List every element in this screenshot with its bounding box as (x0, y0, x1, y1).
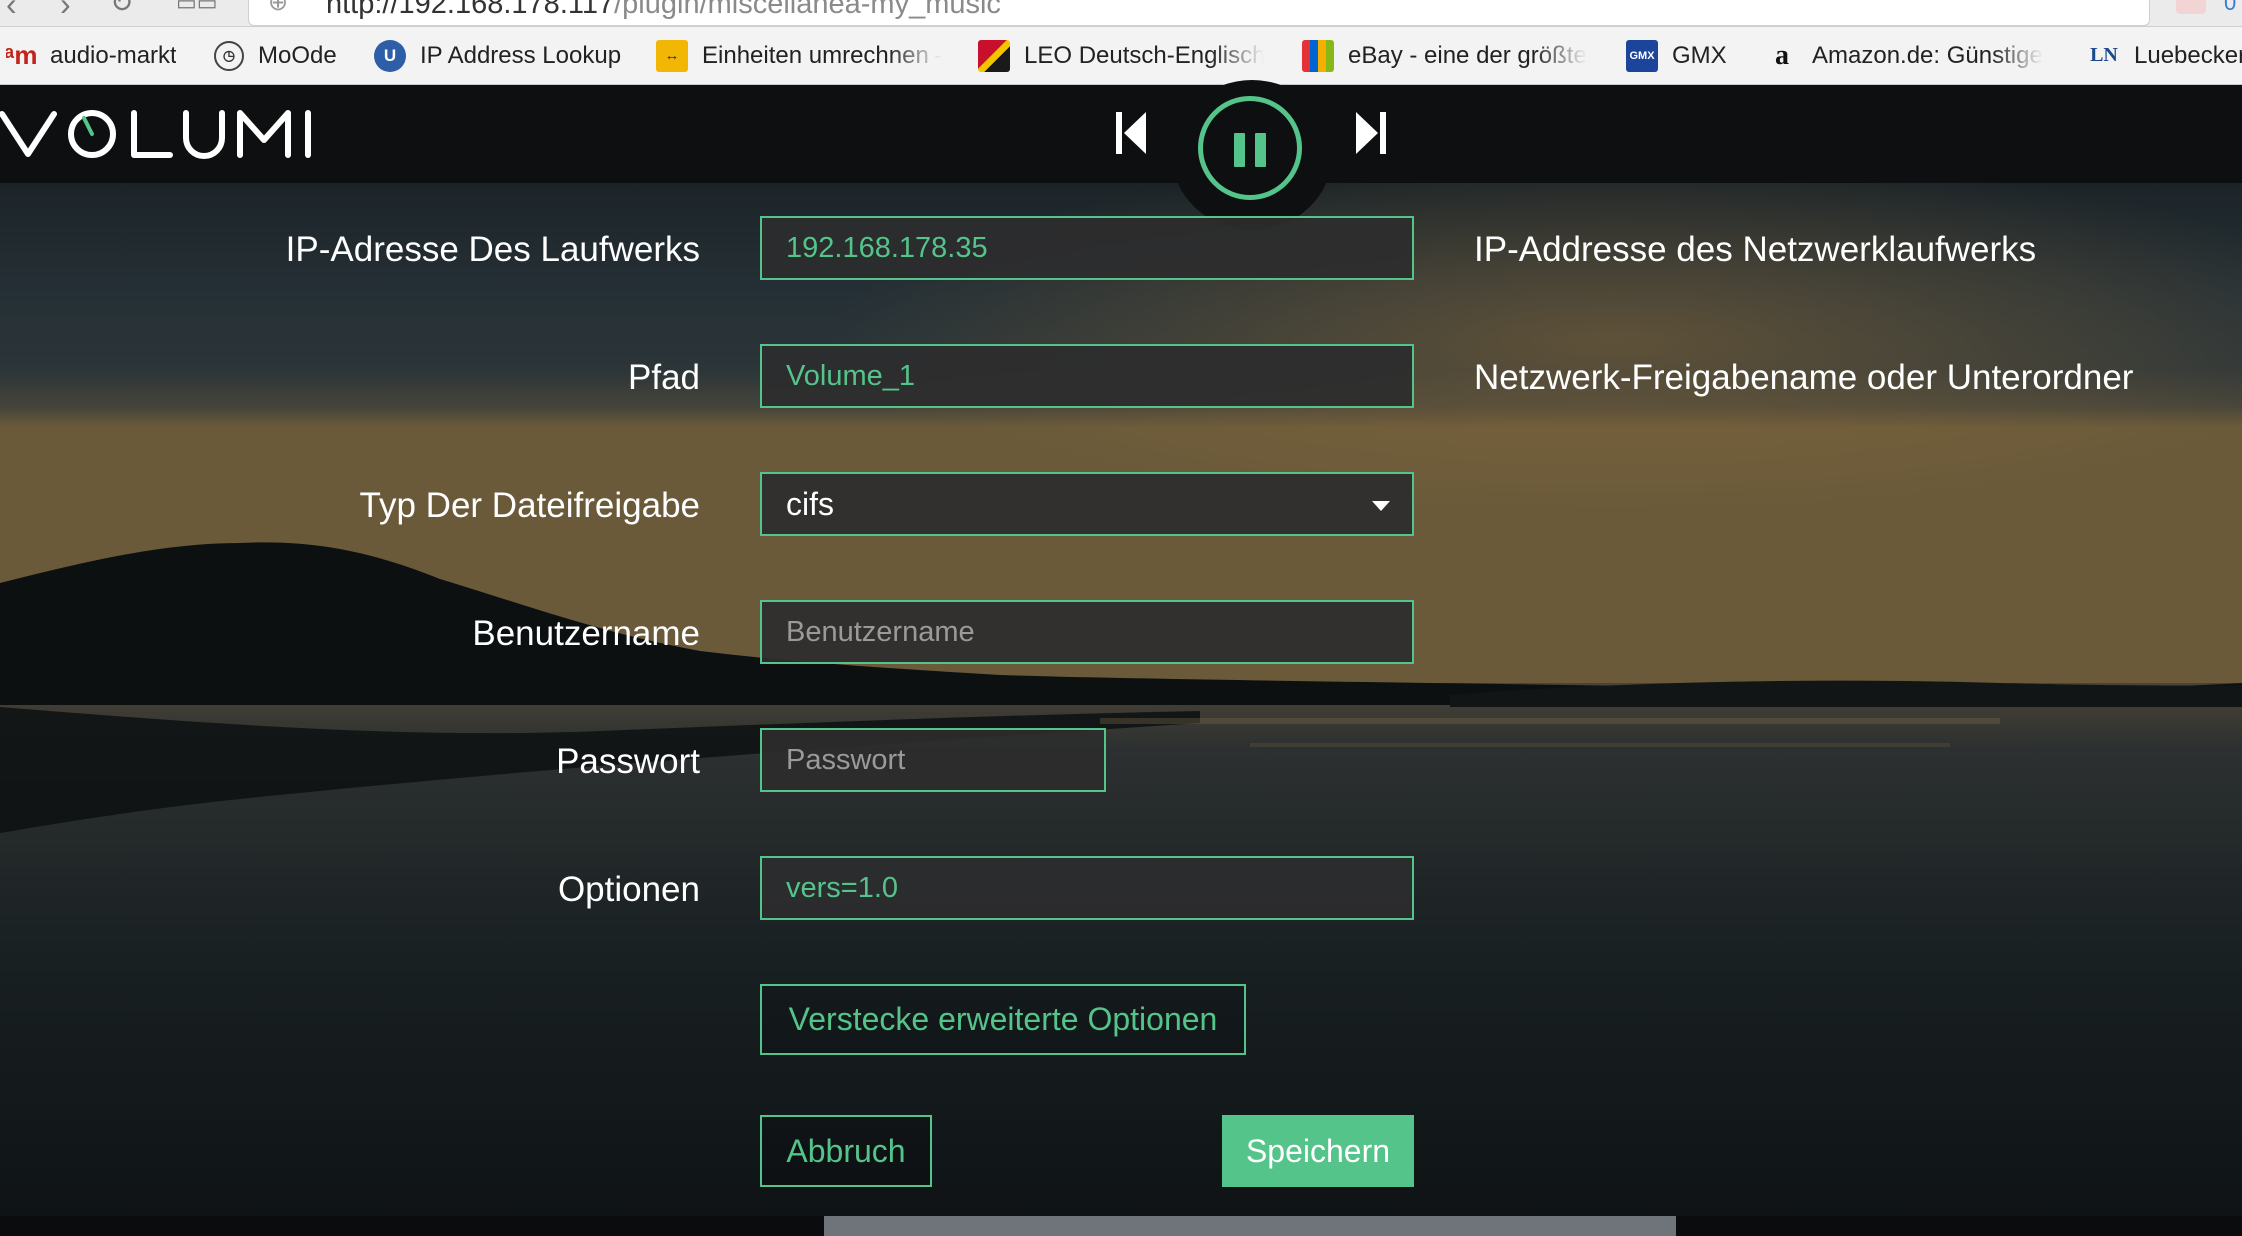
bookmark-ebay[interactable]: eBay - eine der größte (1302, 27, 1596, 84)
skip-next-icon (1356, 112, 1386, 154)
cancel-button[interactable]: Abbruch (760, 1115, 932, 1187)
gmx-icon: GMX (1626, 39, 1658, 72)
username-label: Benutzername (472, 614, 700, 653)
options-input[interactable]: vers=1.0 (760, 856, 1414, 920)
volumio-logo (0, 100, 350, 175)
bookmark-gmx[interactable]: GMX GMX (1626, 27, 1736, 84)
username-input[interactable]: Benutzername (760, 600, 1414, 664)
options-label: Optionen (557, 870, 700, 909)
converter-icon: ↔ (656, 39, 688, 72)
notification-badge: 0 (2224, 0, 2237, 15)
url-host: http://192.168.178.117 (326, 0, 615, 20)
ip-label: IP-Adresse Des Laufwerks (285, 230, 700, 269)
ip-lookup-icon: U (374, 39, 406, 72)
ip-input[interactable]: 192.168.178.35 (760, 216, 1414, 280)
password-input[interactable]: Passwort (760, 728, 1106, 792)
bookmark-label: audio-markt (50, 41, 176, 69)
path-help-text: Netzwerk-Freigabename oder Unterordner (1474, 358, 2134, 397)
bookmark-luebecker[interactable]: LN Luebecker (2088, 27, 2242, 84)
password-label: Passwort (556, 742, 700, 781)
hide-advanced-options-button[interactable]: Verstecke erweiterte Optionen (760, 984, 1246, 1055)
globe-icon: ⊕ (268, 0, 289, 16)
browser-toolbar: ‹ › ↻ ▭▭ ⊕ http://192.168.178.117/plugin… (0, 0, 2242, 27)
pause-icon (1234, 133, 1245, 167)
bookmark-leo[interactable]: LEO Deutsch-Englisch (978, 27, 1264, 84)
bookmark-moode[interactable]: ◷ MoOde (214, 27, 354, 84)
bookmark-label: LEO Deutsch-Englisch (1024, 41, 1264, 69)
path-input[interactable]: Volume_1 (760, 344, 1414, 408)
amazon-icon: a (1775, 39, 1789, 71)
background-landscape (0, 183, 2242, 1236)
ip-help-text: IP-Addresse des Netzwerklaufwerks (1474, 230, 2037, 269)
skip-previous-icon (1116, 112, 1146, 154)
ebay-icon (1302, 39, 1334, 72)
forward-icon[interactable]: › (60, 0, 71, 23)
moode-icon: ◷ (214, 40, 244, 71)
volumio-logo-o (316, 112, 344, 163)
bookmark-label: Amazon.de: Günstige (1812, 41, 2043, 69)
next-track-button[interactable] (1354, 110, 1388, 161)
save-button[interactable]: Speichern (1222, 1115, 1414, 1187)
footer-bar (824, 1216, 1676, 1236)
bookmark-label: Luebecker (2134, 41, 2242, 69)
bookmark-einheiten[interactable]: ↔ Einheiten umrechnen – (656, 27, 942, 84)
url-text[interactable]: http://192.168.178.117/plugin/miscellane… (326, 0, 1001, 21)
bookmarks-bar: ᵃm audio-markt ◷ MoOde U IP Address Look… (0, 27, 2242, 85)
previous-track-button[interactable] (1114, 110, 1148, 161)
bookmark-label: eBay - eine der größte (1348, 41, 1587, 69)
share-type-select[interactable]: cifs (760, 472, 1414, 536)
share-type-label: Typ Der Dateifreigabe (359, 486, 700, 525)
extension-icon[interactable] (2176, 0, 2206, 14)
bookmark-audio-markt[interactable]: ᵃm audio-markt (6, 27, 176, 84)
leo-icon (978, 39, 1010, 72)
back-icon[interactable]: ‹ (6, 0, 17, 23)
bookmark-label: GMX (1672, 41, 1727, 69)
pause-button[interactable] (1198, 96, 1302, 200)
ln-icon: LN (2090, 44, 2118, 66)
bookmark-label: MoOde (258, 41, 337, 69)
audio-markt-icon: ᵃm (6, 40, 38, 70)
reload-icon[interactable]: ↻ (110, 0, 133, 19)
tabs-grid-icon[interactable]: ▭▭ (176, 0, 218, 16)
dropdown-caret-icon (1372, 501, 1390, 511)
bookmark-label: Einheiten umrechnen – (702, 41, 942, 69)
bookmark-label: IP Address Lookup (420, 41, 622, 69)
bookmark-amazon[interactable]: a Amazon.de: Günstige (1766, 27, 2056, 84)
url-path: /plugin/miscellanea-my_music (614, 0, 1001, 20)
pause-icon (1255, 133, 1266, 167)
bookmark-ip-lookup[interactable]: U IP Address Lookup (374, 27, 624, 84)
path-label: Pfad (628, 358, 700, 397)
share-type-value: cifs (786, 485, 834, 522)
